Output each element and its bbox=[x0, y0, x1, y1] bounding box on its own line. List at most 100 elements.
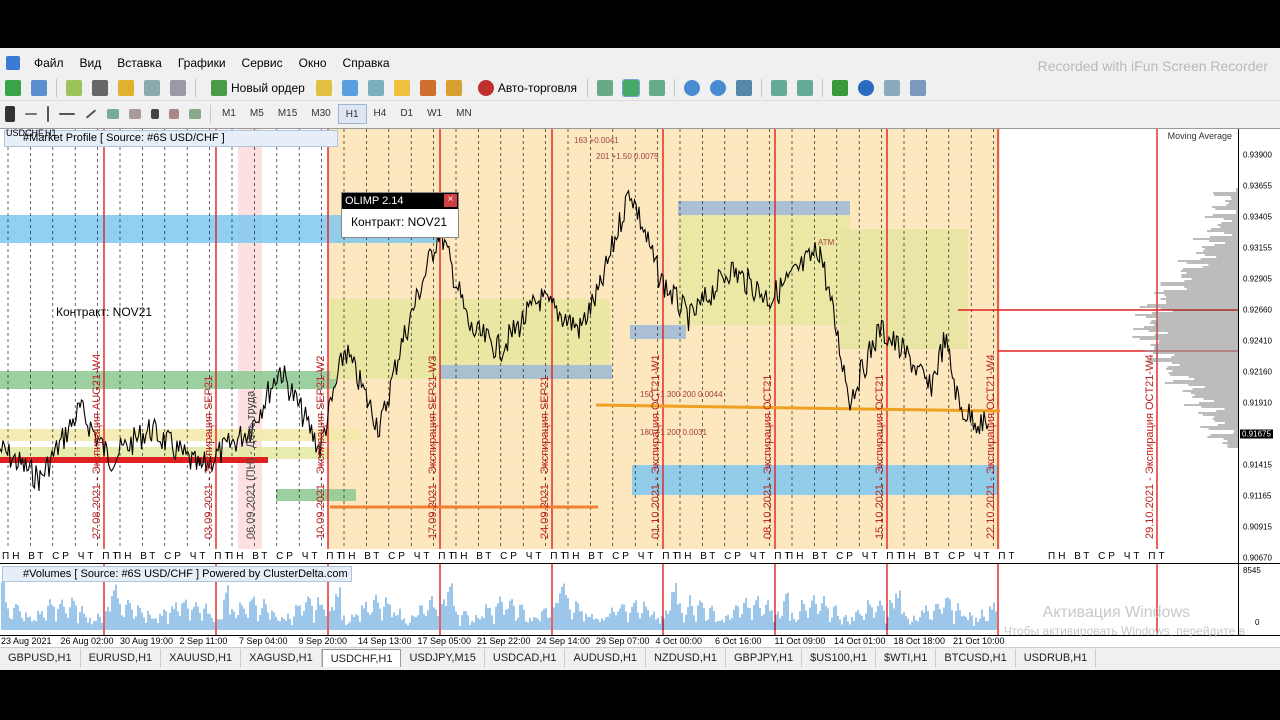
price-chart-svg: 27.08.2021 - Экспирация AUG21-W4 03.09.20… bbox=[0, 129, 1238, 562]
menu-view[interactable]: Вид bbox=[72, 56, 110, 70]
tf-h4[interactable]: H4 bbox=[367, 104, 394, 124]
text-icon[interactable] bbox=[151, 108, 159, 119]
line-chart-icon[interactable] bbox=[649, 79, 666, 96]
tf-w1[interactable]: W1 bbox=[420, 104, 449, 124]
navigator-icon[interactable] bbox=[118, 79, 134, 96]
chart-tab[interactable]: $WTI,H1 bbox=[876, 648, 937, 667]
chart-tab[interactable]: XAGUSD,H1 bbox=[241, 648, 322, 667]
signals-icon[interactable] bbox=[341, 79, 358, 96]
time-label: 4 Oct 00:00 bbox=[655, 636, 703, 646]
auto-trading-icon bbox=[477, 79, 494, 96]
arrows-icon[interactable] bbox=[189, 108, 201, 119]
price-label: 0.91910 bbox=[1243, 398, 1272, 408]
auto-trading-button[interactable]: Авто-торговля bbox=[473, 79, 578, 96]
tf-h1[interactable]: H1 bbox=[337, 103, 367, 124]
price-label: 0.92410 bbox=[1243, 336, 1272, 346]
time-label: 6 Oct 16:00 bbox=[715, 636, 762, 646]
tester-icon[interactable] bbox=[170, 79, 186, 96]
new-chart-icon[interactable] bbox=[5, 79, 21, 96]
level-note: 163 +0.0041 bbox=[574, 136, 619, 145]
label-icon[interactable] bbox=[169, 108, 179, 119]
autoscroll-icon[interactable] bbox=[771, 79, 788, 96]
menu-window[interactable]: Окно bbox=[291, 56, 335, 70]
close-icon[interactable]: × bbox=[444, 194, 457, 207]
cube-icon[interactable] bbox=[315, 79, 332, 96]
tf-m30[interactable]: M30 bbox=[304, 104, 337, 124]
crosshair-icon[interactable] bbox=[25, 112, 37, 115]
weekday-label: ПН ВТ СР ЧТ ПТ bbox=[226, 551, 346, 562]
expiry-label: 15.10.2021 - Экспирация OCT21 bbox=[874, 375, 886, 539]
profiles-icon[interactable] bbox=[31, 79, 47, 96]
chart-tab[interactable]: AUDUSD,H1 bbox=[565, 648, 647, 667]
chart-tab[interactable]: GBPUSD,H1 bbox=[0, 648, 81, 667]
briefcase-icon[interactable] bbox=[419, 79, 436, 96]
horizontal-line-icon[interactable] bbox=[59, 112, 75, 115]
chart-shift-icon[interactable] bbox=[797, 79, 814, 96]
time-label: 18 Oct 18:00 bbox=[893, 636, 946, 646]
zoom-out-icon[interactable] bbox=[710, 79, 727, 96]
data-window-icon[interactable] bbox=[92, 79, 108, 96]
level-note: 201 +1.50 0.0075 bbox=[596, 152, 659, 161]
olimp-panel: OLIMP 2.14 × Контракт: NOV21 bbox=[341, 192, 459, 238]
new-order-button[interactable]: Новый ордер bbox=[206, 79, 305, 96]
weekday-label: ПН ВТ СР ЧТ ПТ bbox=[114, 551, 234, 562]
chart-tab[interactable]: XAUUSD,H1 bbox=[161, 648, 242, 667]
weekday-label: ПН ВТ СР ЧТ ПТ bbox=[338, 551, 458, 562]
olimp-title: OLIMP 2.14 bbox=[342, 193, 458, 209]
fibo-icon[interactable] bbox=[129, 108, 141, 119]
weekday-label: ПН ВТ СР ЧТ ПТ bbox=[2, 551, 122, 562]
vps-icon[interactable] bbox=[445, 79, 462, 96]
globe-icon[interactable] bbox=[367, 79, 384, 96]
chart-tab[interactable]: USDRUB,H1 bbox=[1016, 648, 1097, 667]
profile-band bbox=[630, 325, 686, 339]
chart-window[interactable]: 27.08.2021 - Экспирация AUG21-W4 03.09.20… bbox=[0, 128, 1280, 647]
candles-icon[interactable] bbox=[622, 78, 641, 97]
recorder-watermark: Recorded with iFun Screen Recorder bbox=[1037, 58, 1268, 74]
profile-band bbox=[840, 229, 968, 349]
level-bar bbox=[0, 457, 268, 463]
chart-tab[interactable]: NZDUSD,H1 bbox=[646, 648, 726, 667]
templates-icon[interactable] bbox=[884, 79, 901, 96]
chart-tab[interactable]: $US100,H1 bbox=[802, 648, 876, 667]
auto-trading-label: Авто-торговля bbox=[497, 80, 578, 95]
market-icon[interactable] bbox=[393, 79, 410, 96]
chart-tab[interactable]: USDJPY,M15 bbox=[401, 648, 485, 667]
bar-chart-icon[interactable] bbox=[597, 79, 614, 96]
chart-tab[interactable]: GBPJPY,H1 bbox=[726, 648, 803, 667]
price-chart[interactable]: 27.08.2021 - Экспирация AUG21-W4 03.09.20… bbox=[0, 129, 1238, 563]
tf-d1[interactable]: D1 bbox=[393, 104, 420, 124]
chart-tab[interactable]: USDCHF,H1 bbox=[321, 648, 402, 667]
trendline-icon[interactable] bbox=[85, 108, 97, 119]
time-label: 24 Sep 14:00 bbox=[536, 636, 591, 646]
chart-tab[interactable]: BTCUSD,H1 bbox=[936, 648, 1016, 667]
profile-band bbox=[0, 429, 360, 441]
weekday-label: ПН ВТ СР ЧТ ПТ bbox=[898, 551, 1018, 562]
tf-m1[interactable]: M1 bbox=[215, 104, 243, 124]
vertical-line-icon[interactable] bbox=[47, 105, 49, 122]
menu-charts[interactable]: Графики bbox=[170, 56, 234, 70]
chart-tab[interactable]: EURUSD,H1 bbox=[81, 648, 162, 667]
menu-help[interactable]: Справка bbox=[335, 56, 398, 70]
periods-icon[interactable] bbox=[858, 79, 875, 96]
chart-tab[interactable]: USDCAD,H1 bbox=[485, 648, 566, 667]
indicators-icon[interactable] bbox=[832, 79, 849, 96]
contract-label: Контракт: NOV21 bbox=[56, 305, 153, 319]
zoom-in-icon[interactable] bbox=[684, 79, 701, 96]
price-label: 0.91675 bbox=[1240, 429, 1273, 439]
tf-mn[interactable]: MN bbox=[449, 104, 479, 124]
tf-m5[interactable]: M5 bbox=[243, 104, 271, 124]
tf-m15[interactable]: M15 bbox=[271, 104, 304, 124]
screenshot-icon[interactable] bbox=[910, 79, 927, 96]
time-label: 21 Oct 10:00 bbox=[953, 636, 1005, 646]
price-label: 0.91165 bbox=[1243, 491, 1272, 501]
weekday-label: ПН ВТ СР ЧТ ПТ bbox=[674, 551, 794, 562]
price-axis[interactable]: 0.93900 0.93655 0.93405 0.93155 0.92905 0.926… bbox=[1238, 129, 1280, 563]
menu-insert[interactable]: Вставка bbox=[109, 56, 170, 70]
market-watch-icon[interactable] bbox=[66, 79, 82, 96]
menu-file[interactable]: Файл bbox=[26, 56, 72, 70]
tile-icon[interactable] bbox=[736, 79, 753, 96]
terminal-icon[interactable] bbox=[144, 79, 160, 96]
menu-tools[interactable]: Сервис bbox=[234, 56, 291, 70]
channel-icon[interactable] bbox=[107, 108, 119, 119]
cursor-icon[interactable] bbox=[5, 105, 15, 122]
